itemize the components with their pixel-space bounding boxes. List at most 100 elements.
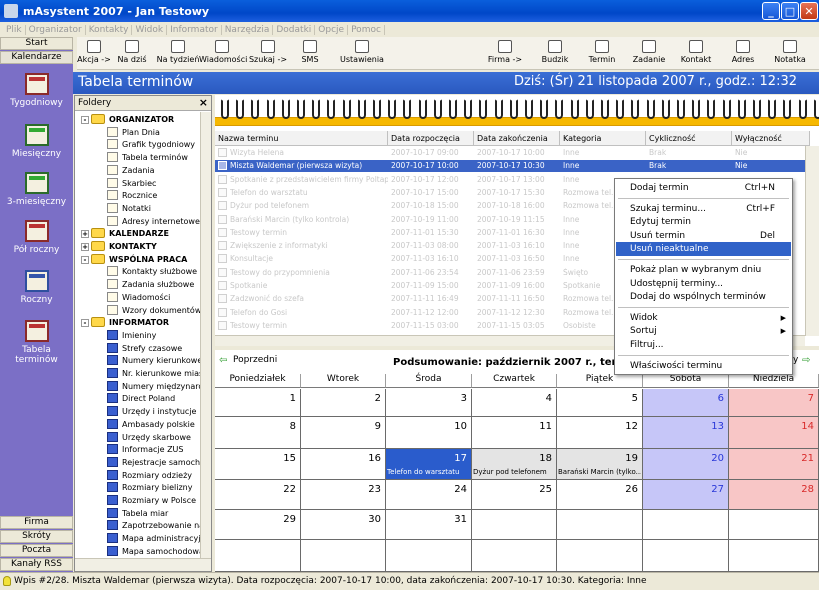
column-header[interactable]: Cykliczność (646, 131, 732, 146)
tree-item[interactable]: + KONTAKTY (81, 240, 157, 253)
tree-item[interactable]: - WSPÓLNA PRACA (81, 253, 187, 266)
prev-arrow-icon[interactable]: ⇦ (219, 355, 227, 366)
tree-expander-icon[interactable]: - (81, 116, 89, 124)
day-cell-2[interactable]: 2 (301, 389, 386, 417)
tree-item[interactable]: Mapa samochodowa (107, 545, 201, 557)
day-cell-9[interactable]: 9 (301, 417, 386, 449)
day-cell-16[interactable]: 16 (301, 449, 386, 480)
nav-item-roczny[interactable]: Roczny (0, 270, 73, 305)
day-cell-26[interactable]: 26 (557, 480, 643, 510)
tree-item[interactable]: + KALENDARZE (81, 227, 169, 240)
day-cell-23[interactable]: 23 (301, 480, 386, 510)
tree-item[interactable]: Imieniny (107, 329, 156, 342)
nav-header-kalendarze[interactable]: Kalendarze (0, 51, 73, 64)
context-menu-item[interactable]: Usuń termin Del (616, 229, 791, 243)
day-cell-11[interactable]: 11 (472, 417, 557, 449)
context-menu-item[interactable]: Widok ▶ (616, 311, 791, 325)
menu-1[interactable]: Organizator (26, 24, 86, 35)
day-cell-28[interactable]: 28 (729, 480, 819, 510)
menu-4[interactable]: Informator (167, 24, 222, 35)
prev-month-button[interactable]: Poprzedni (233, 355, 277, 365)
next-arrow-icon[interactable]: ⇨ (802, 355, 810, 366)
day-cell-1[interactable]: 1 (215, 389, 301, 417)
tree-item[interactable]: Rozmiary bielizny (107, 481, 192, 494)
menu-2[interactable]: Kontakty (86, 24, 133, 35)
tree-expander-icon[interactable]: + (81, 243, 89, 251)
tree-item[interactable]: Numery kierunkowe (107, 354, 201, 367)
tree-item[interactable]: Rejestracje samochod (107, 456, 201, 469)
nav-header-skroty[interactable]: Skróty (0, 530, 73, 543)
tree-item[interactable]: - ORGANIZATOR (81, 113, 174, 126)
nav-item-3-miesieczny[interactable]: 3-miesięczny (0, 172, 73, 207)
day-cell-7[interactable]: 7 (729, 389, 819, 417)
tree-item[interactable]: Skarbiec (107, 177, 156, 190)
day-cell-15[interactable]: 15 (215, 449, 301, 480)
tree-item[interactable]: Wzory dokumentów (107, 304, 201, 317)
folders-vertical-scrollbar[interactable] (200, 112, 211, 558)
day-cell-empty[interactable] (643, 510, 729, 540)
column-header[interactable]: Nazwa terminu (215, 131, 388, 146)
tree-item[interactable]: Zadania (107, 164, 155, 177)
table-row[interactable]: Wizyta Helena 2007-10-17 09:00 2007-10-17 … (215, 147, 805, 159)
tree-item[interactable]: Direct Poland (107, 392, 175, 405)
day-cell-31[interactable]: 31 (386, 510, 472, 540)
context-menu-item[interactable]: Filtruj... (616, 338, 791, 352)
day-cell-empty[interactable] (729, 510, 819, 540)
toolbar-button-right-6[interactable]: Notatka (767, 40, 813, 64)
nav-header-firma[interactable]: Firma (0, 516, 73, 529)
tree-item[interactable]: Strefy czasowe (107, 342, 182, 355)
context-menu-item[interactable]: Usuń nieaktualne (616, 242, 791, 257)
day-cell-empty[interactable] (472, 510, 557, 540)
tree-item[interactable]: Rocznice (107, 189, 157, 202)
tree-item[interactable]: Mapa administracyjna (107, 532, 201, 545)
day-cell-8[interactable]: 8 (215, 417, 301, 449)
nav-item-tabela-terminow[interactable]: Tabela terminów (0, 320, 73, 365)
context-menu-item[interactable]: Udostępnij terminy... (616, 277, 791, 291)
nav-item-tygodniowy[interactable]: Tygodniowy (0, 73, 73, 108)
tree-item[interactable]: Grafik tygodniowy (107, 138, 195, 151)
day-cell-12[interactable]: 12 (557, 417, 643, 449)
context-menu-item[interactable]: Edytuj termin (616, 215, 791, 229)
menu-3[interactable]: Widok (132, 24, 168, 35)
maximize-button[interactable]: □ (781, 2, 799, 20)
tree-item[interactable]: Adresy internetowe (107, 215, 200, 228)
nav-item-miesieczny[interactable]: Miesięczny (0, 124, 73, 159)
context-menu-item[interactable]: Dodaj termin Ctrl+N (616, 181, 791, 195)
context-menu-item[interactable]: Szukaj terminu... Ctrl+F (616, 202, 791, 216)
day-cell-6[interactable]: 6 (643, 389, 729, 417)
close-button[interactable]: ✕ (800, 2, 818, 20)
day-cell-5[interactable]: 5 (557, 389, 643, 417)
day-cell-27[interactable]: 27 (643, 480, 729, 510)
day-cell-30[interactable]: 30 (301, 510, 386, 540)
context-menu-item[interactable]: Dodaj do wspólnych terminów (616, 290, 791, 304)
tree-expander-icon[interactable]: + (81, 230, 89, 239)
day-cell-18[interactable]: 18 Dyżur pod telefonem (472, 449, 557, 480)
folders-horizontal-scrollbar[interactable] (75, 558, 211, 571)
day-event[interactable]: Telefon do warsztatu (387, 468, 470, 476)
toolbar-button-right-1[interactable]: Budzik (532, 40, 578, 64)
nav-header-start[interactable]: Start (0, 37, 73, 50)
table-row[interactable]: Miszta Waldemar (pierwsza wizyta) 2007-10… (215, 160, 805, 173)
menu-0[interactable]: Plik (3, 24, 26, 35)
day-cell-13[interactable]: 13 (643, 417, 729, 449)
day-cell-22[interactable]: 22 (215, 480, 301, 510)
tree-expander-icon[interactable]: - (81, 255, 89, 264)
day-cell-25[interactable]: 25 (472, 480, 557, 510)
day-cell-4[interactable]: 4 (472, 389, 557, 417)
column-header[interactable]: Data zakończenia (474, 131, 560, 146)
tree-item[interactable]: Nr. kierunkowe miast (107, 367, 201, 380)
toolbar-button-left-3[interactable]: Wiadomości (199, 40, 247, 64)
day-cell-empty[interactable] (557, 510, 643, 540)
toolbar-button-left-6[interactable]: Ustawienia (339, 40, 385, 64)
minimize-button[interactable]: _ (762, 2, 780, 20)
tree-item[interactable]: Tabela miar (107, 507, 168, 520)
toolbar-button-right-0[interactable]: Firma -> (482, 40, 528, 64)
day-event[interactable]: Barański Marcin (tylko... (558, 468, 641, 476)
tree-item[interactable]: Zadania służbowe (107, 278, 194, 291)
day-cell-17[interactable]: 17 Telefon do warsztatu (386, 449, 472, 480)
toolbar-button-right-2[interactable]: Termin (579, 40, 625, 64)
tree-item[interactable]: Ambasady polskie (107, 418, 195, 431)
toolbar-button-left-1[interactable]: Na dziś (109, 40, 155, 64)
day-cell-14[interactable]: 14 (729, 417, 819, 449)
context-menu-item[interactable]: Sortuj ▶ (616, 324, 791, 338)
